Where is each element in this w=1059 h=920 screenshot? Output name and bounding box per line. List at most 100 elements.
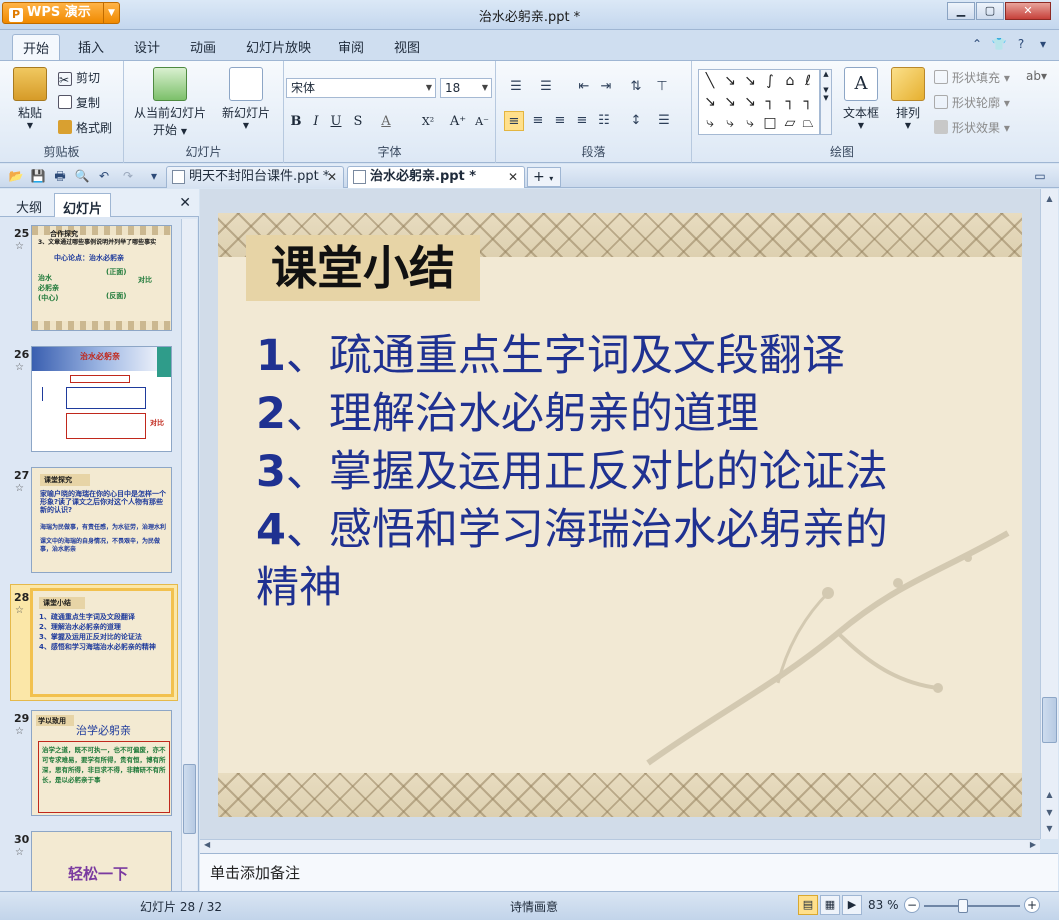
more-drawing-button[interactable]: ab▾ [1026, 69, 1047, 83]
grow-font-button[interactable]: A⁺ [448, 112, 468, 132]
justify-icon[interactable]: ≡ [572, 111, 592, 131]
double-arrow-shape-icon[interactable]: ↘ [741, 72, 759, 90]
font-family-select[interactable]: 宋体 ▼ [286, 78, 436, 98]
close-pane-icon[interactable]: ✕ [179, 195, 191, 211]
tab-outline[interactable]: 大纲 [8, 193, 50, 217]
more-options-icon[interactable]: ▾ [1035, 36, 1051, 52]
arrange-button[interactable]: 排列 ▼ [888, 67, 928, 130]
notes-area[interactable]: 单击添加备注 [200, 853, 1058, 891]
window-layout-icon[interactable]: ▭ [1032, 168, 1048, 184]
new-tab-button[interactable]: + ▾ [527, 167, 561, 187]
print-preview-icon[interactable]: 🔍 [74, 168, 90, 184]
customize-quick-access-icon[interactable]: ▾ [146, 168, 162, 184]
distribute-icon[interactable]: ☷ [594, 111, 614, 131]
shape-fill-button[interactable]: 形状填充 ▾ [934, 69, 1010, 86]
arrow-shape-icon[interactable]: ↘ [721, 72, 739, 90]
help-icon[interactable]: ? [1013, 36, 1029, 52]
columns-icon[interactable]: ☰ [654, 111, 674, 131]
format-painter-button[interactable]: 格式刷 [58, 119, 112, 136]
line-spacing-icon[interactable]: ↕ [626, 111, 646, 131]
close-tab-icon[interactable]: ✕ [508, 167, 518, 187]
open-folder-icon[interactable]: 📂 [8, 168, 24, 184]
textbox-button[interactable]: A 文本框 ▼ [838, 67, 884, 130]
slideshow-view-icon[interactable]: ▶ [842, 895, 862, 915]
zoom-in-icon[interactable]: + [1024, 897, 1040, 913]
save-icon[interactable]: 💾 [30, 168, 46, 184]
scroll-up-icon[interactable]: ▲ [1042, 191, 1057, 207]
normal-view-icon[interactable]: ▤ [798, 895, 818, 915]
new-slide-button[interactable]: 新幻灯片 ▼ [216, 67, 276, 130]
align-center-icon[interactable]: ≡ [528, 111, 548, 131]
slide-horizontal-scrollbar[interactable]: ◀ ▶ [200, 839, 1040, 853]
shapes-gallery[interactable]: ╲ ↘ ↘ ∫ ⌂ ℓ ↘ ↘ ↘ ┐ ┐ ┐ ⤷ ⤷ ⤷ □ ▱ ⏢ [698, 69, 820, 135]
zoom-out-icon[interactable]: − [904, 897, 920, 913]
cut-button[interactable]: ✂ 剪切 [58, 69, 100, 87]
decrease-indent-icon[interactable]: ⇤ [574, 77, 594, 97]
font-color-button[interactable]: A [376, 112, 396, 132]
increase-indent-icon[interactable]: ⇥ [596, 77, 616, 97]
shapes-gallery-scroll[interactable]: ▲ ▼ ▼ [820, 69, 832, 135]
text-direction-icon[interactable]: ⇅ [626, 77, 646, 97]
shrink-font-button[interactable]: A⁻ [472, 112, 492, 132]
italic-button[interactable]: I [306, 112, 326, 132]
parallelogram-shape-icon[interactable]: ▱ [781, 114, 799, 132]
undo-icon[interactable]: ↶ [96, 168, 112, 184]
scribble-shape-icon[interactable]: ℓ [799, 72, 817, 90]
superscript-button[interactable]: X² [418, 112, 438, 132]
redo-icon[interactable]: ↷ [120, 168, 136, 184]
paste-button[interactable]: 粘贴 ▼ [8, 67, 52, 130]
connector-shape-icon[interactable]: ↘ [701, 93, 719, 111]
elbow-connector-2-icon[interactable]: ┐ [761, 93, 779, 111]
tab-home[interactable]: 开始 [12, 34, 61, 61]
scroll-up-icon[interactable]: ▲ [1042, 787, 1057, 803]
bold-button[interactable]: B [286, 112, 306, 132]
scrollbar-thumb[interactable] [183, 764, 196, 834]
align-text-icon[interactable]: ⊤ [652, 77, 672, 97]
line-shape-icon[interactable]: ╲ [701, 72, 719, 90]
slide-vertical-scrollbar[interactable]: ▲ ▲ ▼ ▼ [1040, 189, 1058, 839]
freeform-shape-icon[interactable]: ⌂ [781, 72, 799, 90]
elbow-connector-4-icon[interactable]: ┐ [799, 93, 817, 111]
tab-insert[interactable]: 插入 [78, 37, 104, 56]
copy-button[interactable]: 复制 [58, 94, 100, 111]
scroll-left-icon[interactable]: ◀ [204, 840, 210, 849]
maximize-button[interactable]: ▢ [976, 2, 1004, 20]
connector-arrow-shape-icon[interactable]: ↘ [721, 93, 739, 111]
tab-view[interactable]: 视图 [394, 37, 420, 56]
slide-sorter-view-icon[interactable]: ▦ [820, 895, 840, 915]
underline-button[interactable]: U [326, 112, 346, 132]
print-icon[interactable]: 🖶 [52, 168, 68, 184]
close-tab-icon[interactable]: ✕ [327, 167, 337, 187]
curved-connector-2-icon[interactable]: ⤷ [721, 114, 739, 132]
numbering-icon[interactable]: ☰ [536, 77, 556, 97]
tab-design[interactable]: 设计 [134, 37, 160, 56]
font-size-select[interactable]: 18 ▼ [440, 78, 492, 98]
document-tab[interactable]: 明天不封阳台课件.ppt * ✕ [166, 166, 344, 188]
align-left-icon[interactable]: ≡ [504, 111, 524, 131]
slides-pane-scrollbar[interactable] [181, 219, 197, 891]
close-button[interactable]: ✕ [1005, 2, 1051, 20]
bullets-icon[interactable]: ☰ [506, 77, 526, 97]
shape-outline-button[interactable]: 形状轮廓 ▾ [934, 94, 1010, 111]
zoom-slider[interactable] [924, 905, 1020, 907]
slide-title[interactable]: 课堂小结 [246, 235, 480, 301]
minimize-button[interactable]: ▁ [947, 2, 975, 20]
scroll-down-icon[interactable]: ▼ [1042, 805, 1057, 821]
elbow-connector-icon[interactable]: ↘ [741, 93, 759, 111]
curved-connector-3-icon[interactable]: ⤷ [741, 114, 759, 132]
current-slide[interactable]: 课堂小结 1、疏通重点生字词及文段翻译 2、理解治水必躬亲的道理 3、掌握及运用… [218, 213, 1022, 817]
document-tab-active[interactable]: 治水必躬亲.ppt * ✕ [347, 166, 525, 188]
elbow-connector-3-icon[interactable]: ┐ [781, 93, 799, 111]
align-right-icon[interactable]: ≡ [550, 111, 570, 131]
tab-slides[interactable]: 幻灯片 [54, 193, 112, 217]
zoom-slider-knob[interactable] [957, 899, 968, 913]
tab-slideshow[interactable]: 幻灯片放映 [246, 37, 311, 56]
text-shadow-button[interactable]: S [348, 112, 368, 132]
tab-review[interactable]: 审阅 [338, 37, 364, 56]
shape-effect-button[interactable]: 形状效果 ▾ [934, 119, 1010, 136]
slide-body-text[interactable]: 1、疏通重点生字词及文段翻译 2、理解治水必躬亲的道理 3、掌握及运用正反对比的… [256, 327, 996, 617]
skin-icon[interactable]: 👕 [991, 36, 1007, 52]
tab-animation[interactable]: 动画 [190, 37, 216, 56]
scrollbar-thumb[interactable] [1042, 697, 1057, 743]
next-slide-icon[interactable]: ▼ [1042, 821, 1057, 837]
